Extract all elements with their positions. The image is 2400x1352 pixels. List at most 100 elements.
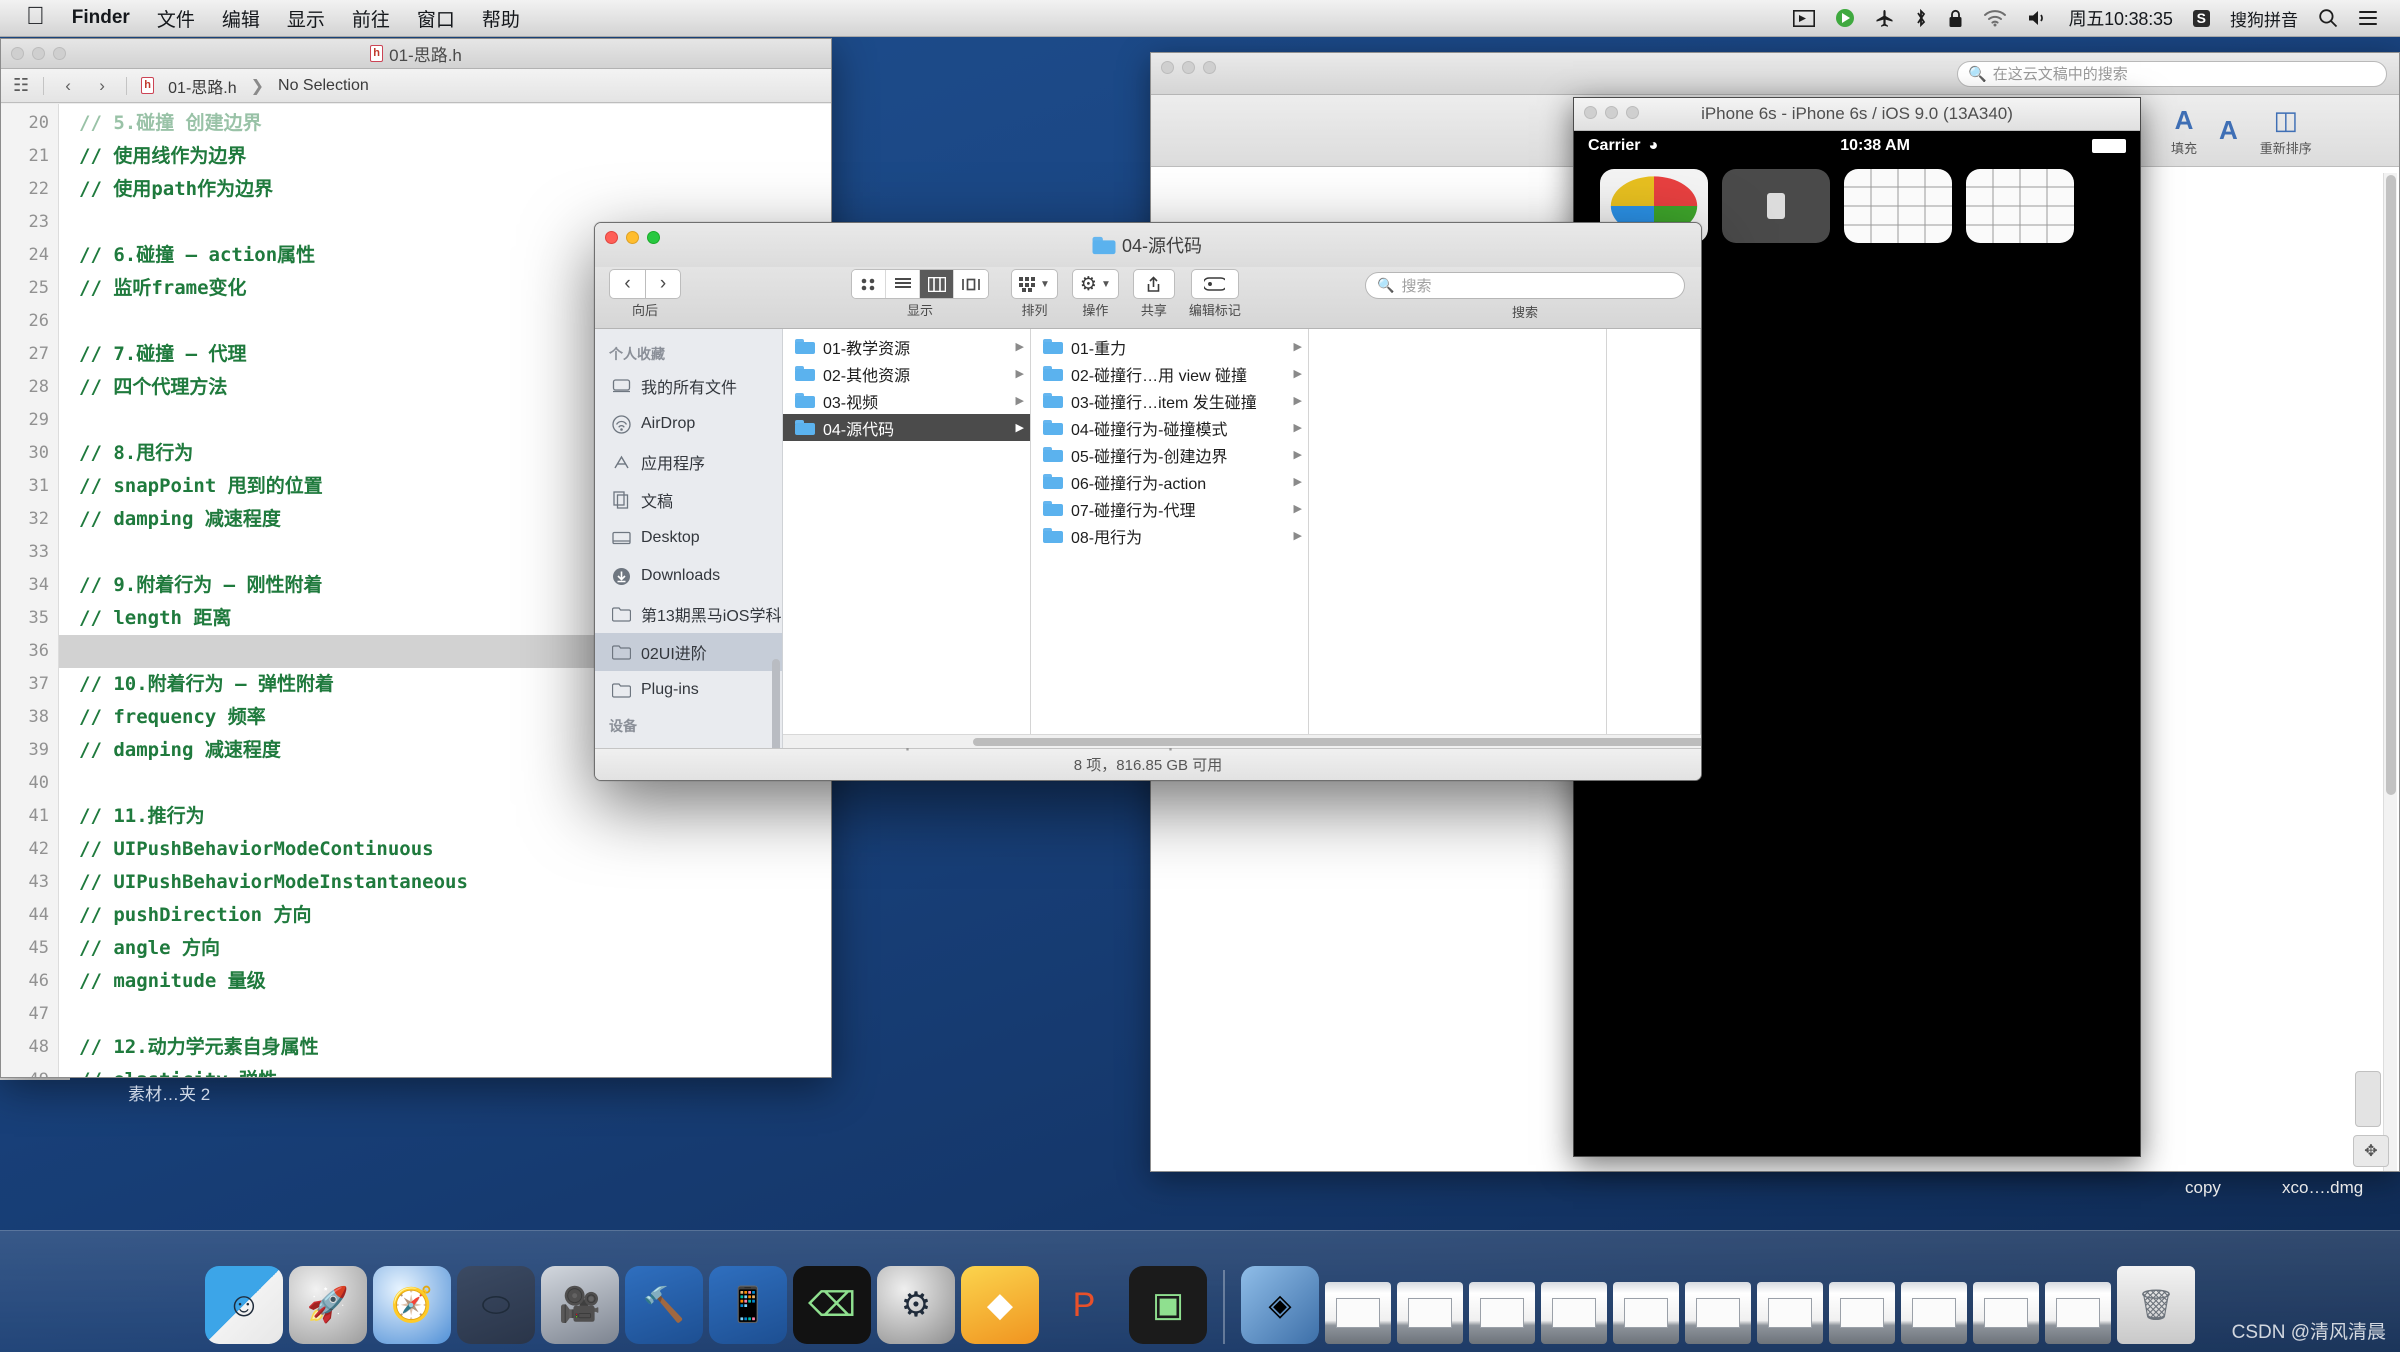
- finder-row[interactable]: 04-碰撞行为-碰撞模式▶: [1031, 414, 1308, 441]
- sidebar-scrollbar[interactable]: [772, 659, 780, 748]
- sim-card-3[interactable]: [1844, 169, 1952, 243]
- list-view-icon[interactable]: [886, 270, 920, 298]
- code-line[interactable]: // UIPushBehaviorModeContinuous: [59, 833, 831, 866]
- finder-body[interactable]: 个人收藏我的所有文件AirDrop应用程序文稿DesktopDownloads第…: [595, 329, 1701, 748]
- sidebar-item-AirDrop[interactable]: AirDrop: [595, 405, 782, 443]
- arrange-group[interactable]: ▼ 排列: [1011, 269, 1058, 319]
- minimize-button[interactable]: [1182, 61, 1195, 74]
- zoom-button[interactable]: [1203, 61, 1216, 74]
- finder-row[interactable]: 08-甩行为▶: [1031, 522, 1308, 549]
- finder-traffic-lights[interactable]: [605, 231, 660, 244]
- menu-bar[interactable]:  Finder 文件 编辑 显示 前往 窗口 帮助 周五10:38:35 S: [0, 0, 2400, 37]
- dock-item-safari[interactable]: 🧭: [373, 1266, 451, 1344]
- navigation-group[interactable]: ‹ › 向后: [609, 269, 681, 319]
- share-button[interactable]: [1133, 269, 1175, 299]
- disclosure-arrow-icon[interactable]: ▶: [1294, 340, 1302, 353]
- disclosure-arrow-icon[interactable]: ▶: [1294, 475, 1302, 488]
- disclosure-arrow-icon[interactable]: ▶: [1016, 340, 1024, 353]
- sim-card-2[interactable]: [1722, 169, 1830, 243]
- zoom-button[interactable]: [647, 231, 660, 244]
- finder-row[interactable]: 03-视频▶: [783, 387, 1030, 414]
- xcode-titlebar[interactable]: h 01-思路.h: [1, 39, 831, 69]
- forward-button[interactable]: ›: [645, 269, 681, 299]
- menu-item-edit[interactable]: 编辑: [222, 5, 260, 32]
- sidebar-item-文稿[interactable]: 文稿: [595, 481, 782, 519]
- simulator-titlebar[interactable]: iPhone 6s - iPhone 6s / iOS 9.0 (13A340): [1574, 98, 2140, 131]
- arrange-button[interactable]: ▼: [1011, 269, 1058, 299]
- dock-item-preview-stack[interactable]: ◈: [1241, 1266, 1319, 1344]
- code-line[interactable]: [59, 998, 831, 1031]
- lock-icon[interactable]: [1948, 9, 1963, 28]
- sidebar-item-应用程序[interactable]: 应用程序: [595, 443, 782, 481]
- simulator-traffic-lights[interactable]: [1584, 106, 1639, 119]
- coverflow-view-icon[interactable]: [954, 270, 988, 298]
- caffeine-icon[interactable]: [1835, 8, 1855, 28]
- zoom-button[interactable]: [1626, 106, 1639, 119]
- menu-item-file[interactable]: 文件: [157, 5, 195, 32]
- dock-minimized-window-10[interactable]: [2045, 1282, 2111, 1344]
- dock-item-terminal[interactable]: ⌫: [793, 1266, 871, 1344]
- finder-horizontal-scrollbar[interactable]: [783, 734, 1701, 748]
- dock-minimized-window-7[interactable]: [1829, 1282, 1895, 1344]
- finder-row[interactable]: 01-重力▶: [1031, 333, 1308, 360]
- dock-item-quicktime[interactable]: 🎥: [541, 1266, 619, 1344]
- dock-item-exec-app[interactable]: ▣: [1129, 1266, 1207, 1344]
- minimize-button[interactable]: [626, 231, 639, 244]
- menu-item-window[interactable]: 窗口: [417, 5, 455, 32]
- finder-window[interactable]: 04-源代码 ‹ › 向后: [594, 222, 1702, 781]
- dock[interactable]: ☺🚀🧭⬭🎥🔨📱⌫⚙◆P▣◈🗑: [0, 1230, 2400, 1352]
- bluetooth-icon[interactable]: [1914, 8, 1928, 28]
- sidebar-item-远程光盘[interactable]: 远程光盘: [595, 739, 782, 748]
- finder-row[interactable]: 06-碰撞行为-action▶: [1031, 468, 1308, 495]
- menu-app-name[interactable]: Finder: [72, 7, 130, 29]
- disclosure-arrow-icon[interactable]: ▶: [1294, 367, 1302, 380]
- close-button[interactable]: [1161, 61, 1174, 74]
- disclosure-arrow-icon[interactable]: ▶: [1016, 421, 1024, 434]
- menu-item-view[interactable]: 显示: [287, 5, 325, 32]
- dock-minimized-window-5[interactable]: [1685, 1282, 1751, 1344]
- fullscreen-button[interactable]: ✥: [2353, 1135, 2389, 1167]
- airplane-icon[interactable]: [1875, 9, 1894, 28]
- dock-item-system-preferences[interactable]: ⚙: [877, 1266, 955, 1344]
- sidebar-item-我的所有文件[interactable]: 我的所有文件: [595, 367, 782, 405]
- search-group[interactable]: 🔍 搜索 搜索: [1365, 269, 1685, 321]
- volume-icon[interactable]: [2027, 9, 2049, 27]
- dock-minimized-window-4[interactable]: [1613, 1282, 1679, 1344]
- disclosure-arrow-icon[interactable]: ▶: [1016, 394, 1024, 407]
- minimize-button[interactable]: [1605, 106, 1618, 119]
- action-group[interactable]: ⚙ ▼ 操作: [1072, 269, 1119, 319]
- finder-row[interactable]: 02-碰撞行…用 view 碰撞▶: [1031, 360, 1308, 387]
- dock-minimized-window-2[interactable]: [1469, 1282, 1535, 1344]
- dock-minimized-window-8[interactable]: [1901, 1282, 1967, 1344]
- finder-row[interactable]: 04-源代码▶: [783, 414, 1030, 441]
- sidebar-item-Plug-ins[interactable]: Plug-ins: [595, 671, 782, 709]
- finder-sidebar[interactable]: 个人收藏我的所有文件AirDrop应用程序文稿DesktopDownloads第…: [595, 329, 783, 748]
- finder-row[interactable]: 01-教学资源▶: [783, 333, 1030, 360]
- xcode-jump-bar[interactable]: ☷ ‹ › h 01-思路.h ❯ No Selection: [1, 69, 831, 103]
- dock-minimized-window-3[interactable]: [1541, 1282, 1607, 1344]
- dock-item-trash[interactable]: 🗑: [2117, 1266, 2195, 1344]
- finder-column-3[interactable]: [1309, 329, 1607, 748]
- tag-group[interactable]: 编辑标记: [1189, 269, 1241, 319]
- notification-center-icon[interactable]: [2358, 9, 2378, 27]
- rearrange-tool[interactable]: ◫ 重新排序: [2260, 105, 2312, 157]
- xcode-traffic-lights[interactable]: [11, 47, 66, 60]
- code-line[interactable]: // 5.碰撞 创建边界: [59, 107, 831, 140]
- close-button[interactable]: [1584, 106, 1597, 119]
- code-line[interactable]: // elasticity 弹性: [59, 1064, 831, 1077]
- scrollbar-thumb[interactable]: [973, 738, 1702, 746]
- screen-recording-icon[interactable]: [1793, 10, 1815, 27]
- code-line[interactable]: // angle 方向: [59, 932, 831, 965]
- finder-search-field[interactable]: 🔍 搜索: [1365, 272, 1685, 299]
- dock-item-finder[interactable]: ☺: [205, 1266, 283, 1344]
- finder-row[interactable]: 05-碰撞行为-创建边界▶: [1031, 441, 1308, 468]
- sidebar-item-Downloads[interactable]: Downloads: [595, 557, 782, 595]
- sidebar-item-Desktop[interactable]: Desktop: [595, 519, 782, 557]
- menu-bar-left[interactable]:  Finder 文件 编辑 显示 前往 窗口 帮助: [0, 5, 520, 32]
- close-button[interactable]: [11, 47, 24, 60]
- input-method-label[interactable]: 搜狗拼音: [2230, 6, 2298, 31]
- sidebar-item-第13期黑马iOS学科…[interactable]: 第13期黑马iOS学科…: [595, 595, 782, 633]
- jumpbar-back-button[interactable]: ‹: [58, 76, 78, 96]
- input-method-badge[interactable]: S: [2193, 10, 2210, 27]
- icon-view-icon[interactable]: [852, 270, 886, 298]
